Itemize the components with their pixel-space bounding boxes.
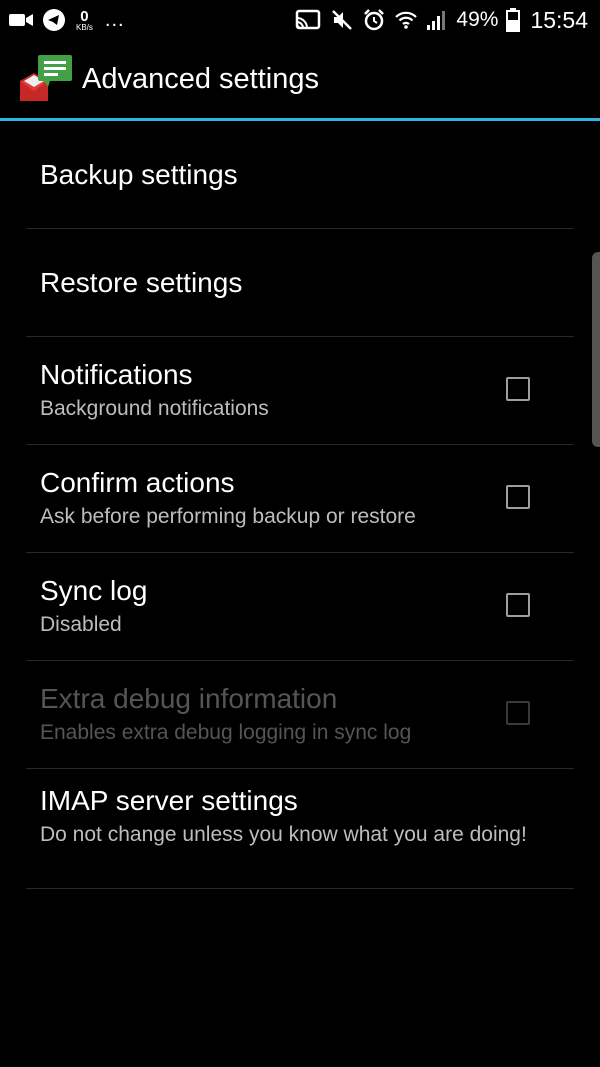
confirm-actions-checkbox[interactable] [506, 485, 530, 509]
wifi-icon [394, 8, 418, 32]
restore-settings-title: Restore settings [40, 266, 243, 298]
notifications-checkbox[interactable] [506, 377, 530, 401]
cast-icon [294, 9, 322, 31]
confirm-actions-summary: Ask before performing backup or restore [40, 505, 416, 528]
telegram-icon [42, 8, 66, 32]
extra-debug-item: Extra debug information Enables extra de… [26, 661, 574, 769]
scrollbar-thumb[interactable] [592, 252, 600, 447]
backup-settings-item[interactable]: Backup settings [26, 121, 574, 229]
settings-list: Backup settings Restore settings Notific… [26, 121, 574, 889]
sync-log-item[interactable]: Sync log Disabled [26, 553, 574, 661]
extra-debug-title: Extra debug information [40, 683, 338, 714]
alarm-icon [362, 8, 386, 32]
sync-log-title: Sync log [40, 575, 148, 606]
imap-server-settings-title: IMAP server settings [40, 785, 298, 816]
imap-server-settings-summary: Do not change unless you know what you a… [40, 823, 527, 846]
signal-icon [426, 9, 448, 31]
restore-settings-item[interactable]: Restore settings [26, 229, 574, 337]
confirm-actions-title: Confirm actions [40, 467, 235, 498]
status-bar: 0 KB/s ... 49% 15:54 [0, 0, 600, 40]
sync-log-checkbox[interactable] [506, 593, 530, 617]
sync-log-summary: Disabled [40, 613, 122, 636]
app-bar: Advanced settings [0, 40, 600, 121]
notifications-summary: Background notifications [40, 397, 269, 420]
notifications-title: Notifications [40, 359, 193, 390]
clock: 15:54 [530, 6, 588, 33]
extra-debug-summary: Enables extra debug logging in sync log [40, 721, 412, 744]
battery-percent: 49% [456, 8, 499, 31]
page-title: Advanced settings [82, 62, 319, 95]
battery-icon [506, 8, 521, 32]
extra-debug-checkbox [506, 701, 530, 725]
app-logo-icon[interactable] [18, 51, 74, 107]
confirm-actions-item[interactable]: Confirm actions Ask before performing ba… [26, 445, 574, 553]
mute-icon [330, 8, 354, 32]
backup-settings-title: Backup settings [40, 158, 238, 190]
more-notifications-indicator: ... [104, 8, 125, 31]
imap-server-settings-item[interactable]: IMAP server settings Do not change unles… [26, 769, 574, 889]
notifications-item[interactable]: Notifications Background notifications [26, 337, 574, 445]
video-camera-icon [8, 11, 34, 29]
network-speed: 0 KB/s [76, 7, 93, 32]
